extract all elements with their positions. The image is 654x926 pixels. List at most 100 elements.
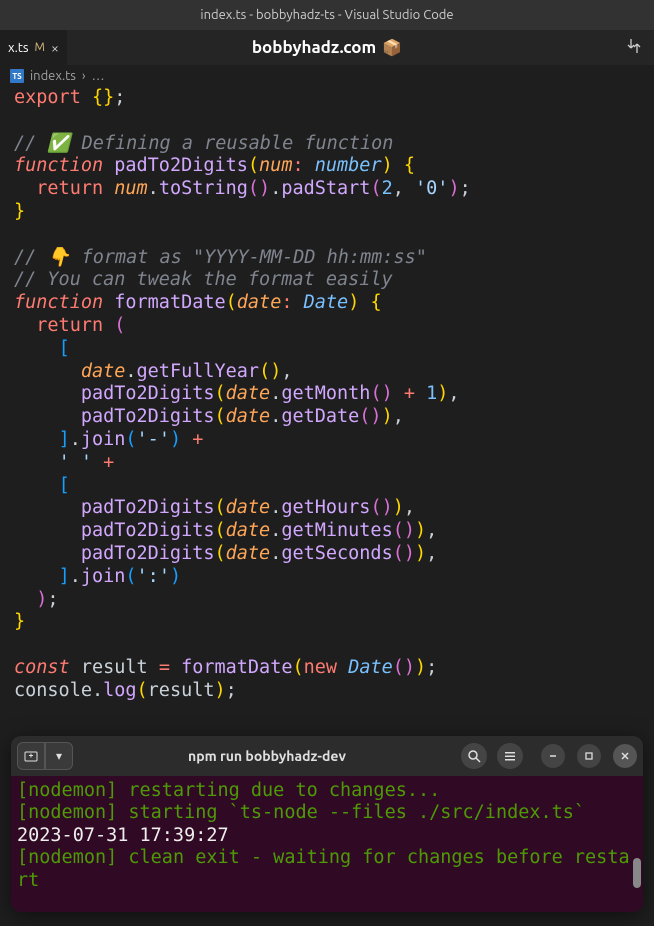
tab-bar: x.ts M × bobbyhadz.com 📦 [0, 30, 654, 65]
semi: ; [114, 87, 125, 108]
num: 2 [382, 178, 393, 199]
parens: () [259, 361, 281, 382]
breadcrumb[interactable]: TS index.ts › … [0, 65, 654, 87]
compare-icon[interactable] [626, 38, 654, 58]
dot: . [270, 406, 281, 427]
term-prefix: [nodemon] [17, 802, 128, 823]
kw-return: return [36, 178, 103, 199]
paren: ) [415, 657, 426, 678]
comma: , [281, 361, 292, 382]
ident: date [81, 361, 126, 382]
dot: . [92, 680, 103, 701]
op: + [404, 383, 415, 404]
terminal-title: npm run bobbyhadz-dev [77, 748, 457, 764]
colon: : [292, 155, 303, 176]
colon: : [281, 292, 292, 313]
dot: . [270, 178, 281, 199]
maximize-button[interactable] [577, 744, 601, 768]
type: Date [304, 292, 349, 313]
param: num [259, 155, 292, 176]
method: getMinutes [281, 520, 392, 541]
num: 1 [426, 383, 437, 404]
term-output: 2023-07-31 17:39:27 [17, 825, 229, 846]
kw-return: return [36, 315, 103, 336]
brace: { [404, 155, 415, 176]
kw-function: function [14, 155, 103, 176]
dot: . [270, 497, 281, 518]
dot: . [270, 520, 281, 541]
ts-file-icon: TS [10, 69, 24, 83]
tab-index-ts[interactable]: x.ts M × [0, 30, 67, 65]
paren: ( [370, 178, 381, 199]
ident: result [148, 680, 215, 701]
dot: . [125, 361, 136, 382]
paren: ) [348, 292, 359, 313]
tab-modified-indicator: M [35, 41, 45, 54]
comma: , [393, 406, 404, 427]
paren: ( [214, 497, 225, 518]
dot: . [70, 429, 81, 450]
term-prefix: [nodemon] [17, 847, 128, 868]
tab-close-icon[interactable]: × [51, 40, 59, 56]
type: number [315, 155, 382, 176]
search-icon[interactable] [461, 743, 487, 769]
paren: ) [170, 429, 181, 450]
paren: ( [226, 292, 237, 313]
ident: num [114, 178, 147, 199]
parens: () [370, 383, 392, 404]
kw-export: export [14, 87, 81, 108]
banner: bobbyhadz.com 📦 [252, 38, 402, 57]
str: ':' [137, 566, 170, 587]
terminal-body[interactable]: [nodemon] restarting due to changes... [… [11, 776, 643, 913]
brace: { [370, 292, 381, 313]
breadcrumb-rest: … [92, 69, 105, 83]
dot: . [70, 566, 81, 587]
tab-dropdown-button[interactable]: ▾ [45, 742, 73, 770]
str: ' ' [59, 452, 92, 473]
semi: ; [47, 589, 58, 610]
paren: ( [125, 429, 136, 450]
banner-text: bobbyhadz.com [252, 38, 376, 57]
parens: () [393, 543, 415, 564]
terminal-tab-buttons: ▾ [17, 742, 73, 770]
brace: } [14, 201, 25, 222]
breadcrumb-file: index.ts [30, 69, 76, 83]
paren: ) [36, 589, 47, 610]
method: getHours [281, 497, 370, 518]
cube-icon: 📦 [382, 38, 402, 57]
parens: () [393, 657, 415, 678]
menu-icon[interactable] [497, 743, 523, 769]
op: + [103, 452, 114, 473]
terminal-titlebar[interactable]: ▾ npm run bobbyhadz-dev [11, 736, 643, 776]
ident: console [14, 680, 92, 701]
close-button[interactable] [613, 744, 637, 768]
new-tab-button[interactable] [17, 742, 45, 770]
minimize-button[interactable] [541, 744, 565, 768]
method: getSeconds [281, 543, 392, 564]
terminal-scrollbar[interactable] [633, 858, 641, 888]
method: toString [159, 178, 248, 199]
method: getFullYear [137, 361, 260, 382]
term-text: restarting due to changes... [128, 780, 440, 801]
paren: ( [214, 383, 225, 404]
semi: ; [460, 178, 471, 199]
paren: ( [214, 520, 225, 541]
parens: () [370, 497, 392, 518]
method: log [103, 680, 136, 701]
parens: () [393, 520, 415, 541]
fn-call: padTo2Digits [81, 406, 215, 427]
paren: ) [415, 520, 426, 541]
paren: ( [214, 406, 225, 427]
ident: date [226, 497, 271, 518]
paren: ) [437, 383, 448, 404]
semi: ; [226, 680, 237, 701]
bracket: [ [59, 338, 70, 359]
comma: , [426, 543, 437, 564]
semi: ; [426, 657, 437, 678]
parens: () [248, 178, 270, 199]
code-editor[interactable]: export {}; // ✅ Defining a reusable func… [0, 87, 654, 703]
paren: ) [215, 680, 226, 701]
str: '-' [137, 429, 170, 450]
paren: ( [114, 315, 125, 336]
paren: ) [448, 178, 459, 199]
